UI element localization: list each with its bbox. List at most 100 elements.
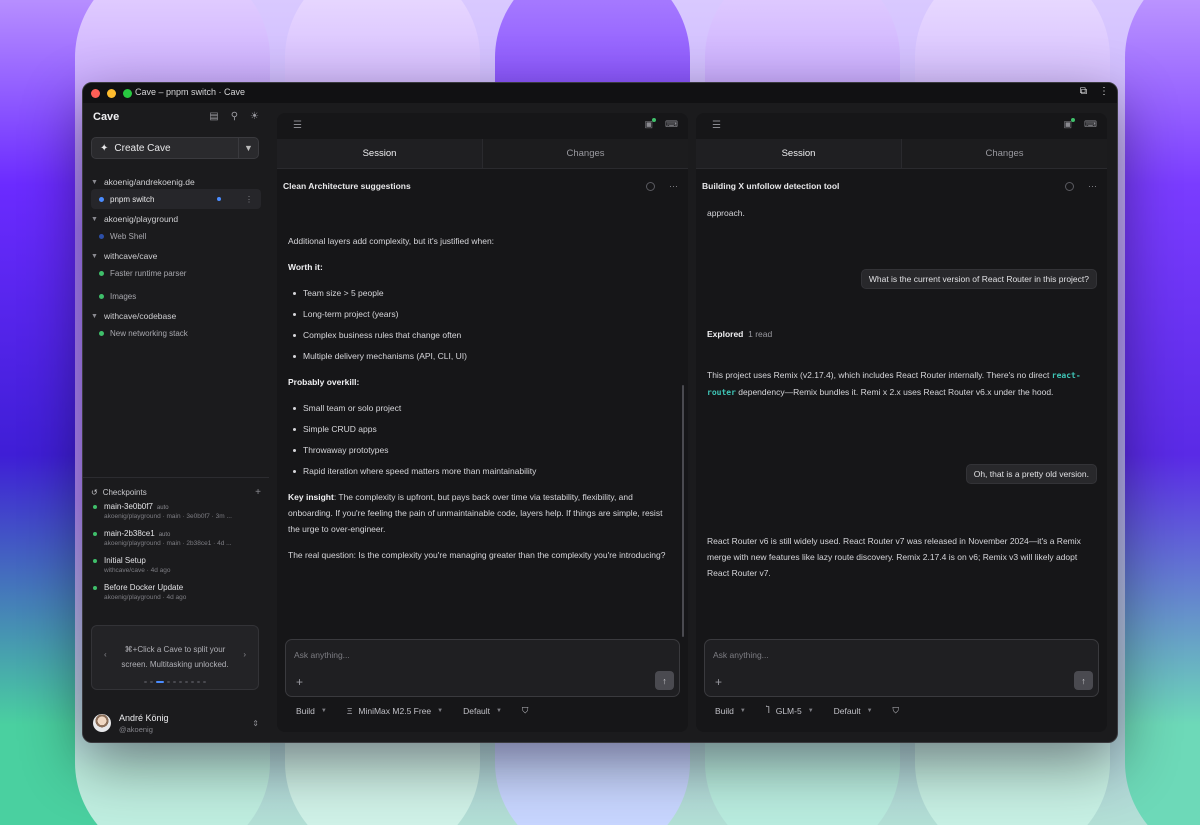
unread-dot [217,197,221,201]
variant-select[interactable]: Default ▼ [463,706,502,716]
variant-select[interactable]: Default ▼ [834,706,873,716]
create-options-dropdown[interactable]: ▼ [239,137,259,159]
session-label: Faster runtime parser [110,268,187,278]
shield-icon[interactable]: ⛉ [522,705,528,716]
chevron-down-icon: ▼ [739,707,746,714]
chevron-down-icon: ▼ [437,707,444,714]
tab-session[interactable]: Session [277,139,483,168]
send-button[interactable]: ↑ [655,671,674,690]
chevron-left-icon[interactable]: ‹ [104,650,107,659]
status-dot [99,330,104,336]
session-label: New networking stack [110,328,188,338]
chevron-right-icon[interactable]: › [243,650,246,659]
model-select[interactable]: Ⴈ GLM-5 ▼ [766,705,814,716]
chevron-down-icon: ▼ [91,178,98,186]
repo-group[interactable]: ▼ withcave/codebase [91,309,261,323]
list-item: Throwaway prototypes [288,442,668,458]
checkpoint-meta: withcave/cave · 4d ago [104,567,171,574]
zoom-window-button[interactable] [123,88,132,98]
checkpoints-title: Checkpoints [102,487,147,497]
add-checkpoint-button[interactable]: + [255,487,261,498]
terminal-icon[interactable]: ▣ [644,118,657,130]
close-window-button[interactable] [91,88,100,98]
console-icon[interactable]: ⌨ [665,119,678,130]
title-bar: Cave – pnpm switch · Cave ⧉ ⋮ [83,83,1117,103]
add-attachment-icon[interactable]: + [715,675,722,689]
user-message: What is the current version of React Rou… [860,269,1097,289]
checkpoint-tag: auto [156,505,169,511]
session-label: pnpm switch [110,194,155,204]
extension-icon[interactable]: ⧉ [1080,86,1087,97]
assistant-message: This project uses Remix (v2.17.4), which… [707,367,1091,401]
explored-count: 1 read [748,329,773,339]
user-profile[interactable]: André König @akoenig ⇕ [93,709,259,737]
status-dot [99,270,104,276]
user-handle: @akoenig [119,724,153,734]
minimize-window-button[interactable] [107,88,116,98]
chevron-down-icon: ▼ [91,215,98,223]
console-icon[interactable]: ⌨ [1084,119,1097,130]
pin-icon[interactable]: ⚲ [231,111,238,122]
tab-changes[interactable]: Changes [483,139,688,168]
status-dot [93,532,97,536]
checkpoint-item[interactable]: Before Docker Update akoenig/playground … [91,583,261,610]
chevron-down-icon: ▼ [807,707,814,714]
checkpoint-item[interactable]: main-3e0b0f7 auto akoenig/playground · ma… [91,502,261,529]
chevron-down-icon: ▼ [91,252,98,260]
scrollbar[interactable] [682,385,684,637]
explored-indicator[interactable]: Explored 1 read [707,326,772,342]
history-icon: ↺ [91,487,98,497]
tab-changes[interactable]: Changes [902,139,1107,168]
chat-input[interactable]: Ask anything... + ↑ [285,639,680,697]
repo-list: ▼ akoenig/andrekoenig.de pnpm switch ⋮ ▼ a… [91,175,261,346]
repo-name: withcave/cave [103,251,158,261]
checkpoint-item[interactable]: Initial Setup withcave/cave · 4d ago [91,556,261,583]
session-item[interactable]: Web Shell [91,226,261,246]
more-vertical-icon[interactable]: ⋮ [245,195,253,204]
window-controls [83,88,132,98]
terminal-icon[interactable]: ▣ [1063,118,1076,130]
send-button[interactable]: ↑ [1074,671,1093,690]
brand-logo: Cave [93,111,120,123]
more-horizontal-icon[interactable]: ··· [1088,181,1097,191]
model-select[interactable]: Ξ MiniMax M2.5 Free ▼ [347,706,443,716]
input-placeholder: Ask anything... [294,650,350,660]
chevron-up-down-icon[interactable]: ⇕ [252,719,259,728]
repo-group[interactable]: ▼ withcave/cave [91,249,261,263]
mode-select[interactable]: Build ▼ [715,706,746,716]
session-label: Web Shell [110,231,147,241]
session-item[interactable]: New networking stack [91,323,261,343]
checkpoint-item[interactable]: main-2b38ce1 auto akoenig/playground · ma… [91,529,261,556]
input-placeholder: Ask anything... [713,650,769,660]
repo-group[interactable]: ▼ akoenig/andrekoenig.de [91,175,261,189]
archive-icon[interactable]: ▤ [209,111,218,122]
tab-session[interactable]: Session [696,139,902,168]
theme-toggle-icon[interactable]: ☀ [250,111,259,122]
menu-icon[interactable]: ☰ [293,120,302,131]
session-item[interactable]: Images [91,286,261,306]
session-item[interactable]: pnpm switch ⋮ [91,189,261,209]
avatar [93,714,111,732]
mode-select[interactable]: Build ▼ [296,706,327,716]
more-vertical-icon[interactable]: ⋮ [1099,86,1109,97]
session-item[interactable]: Faster runtime parser [91,263,261,283]
model-icon: Ξ [346,705,353,716]
repo-name: withcave/codebase [103,311,177,321]
shield-icon[interactable]: ⛉ [893,705,899,716]
create-cave-button[interactable]: ✦ Create Cave [91,137,239,159]
insight-text: : The complexity is upfront, but pays ba… [288,492,663,534]
insight-paragraph: Key insight: The complexity is upfront, … [288,489,668,537]
repo-name: akoenig/andrekoenig.de [103,177,195,187]
list-item: Rapid iteration where speed matters more… [288,463,668,479]
user-message: Oh, that is a pretty old version. [965,464,1097,484]
app-window: Cave – pnpm switch · Cave ⧉ ⋮ Cave ▤ ⚲ ☀… [82,82,1118,743]
more-horizontal-icon[interactable]: ··· [669,181,678,191]
tip-card: ‹ ⌘+Click a Cave to split your screen. M… [91,625,259,690]
repo-group[interactable]: ▼ akoenig/playground [91,212,261,226]
chat-input[interactable]: Ask anything... + ↑ [704,639,1099,697]
chevron-down-icon: ▼ [866,707,873,714]
menu-icon[interactable]: ☰ [712,120,721,131]
add-attachment-icon[interactable]: + [296,675,303,689]
list-item: Multiple delivery mechanisms (API, CLI, … [288,348,668,364]
mode-label: Build [296,705,315,716]
